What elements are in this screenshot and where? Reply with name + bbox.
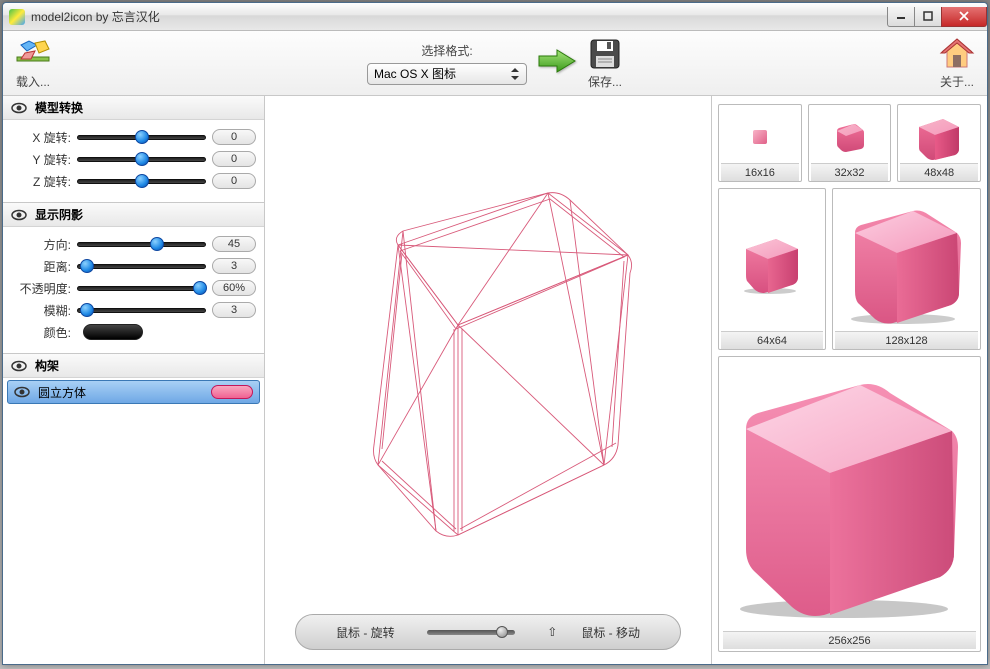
load-label: 载入...	[16, 73, 50, 90]
x-rotate-slider[interactable]	[77, 130, 206, 144]
move-hint: 鼠标 - 移动	[581, 624, 640, 641]
load-icon	[15, 37, 51, 71]
preview-16-label: 16x16	[721, 163, 799, 181]
save-icon	[587, 37, 623, 71]
preview-256[interactable]: 256x256	[718, 356, 981, 652]
preview-48[interactable]: 48x48	[897, 104, 981, 182]
load-button[interactable]: 载入...	[15, 37, 51, 90]
titlebar: model2icon by 忘言汉化	[3, 3, 987, 31]
distance-label: 距离:	[11, 258, 71, 275]
blur-value: 3	[212, 302, 256, 318]
z-rotate-label: Z 旋转:	[11, 173, 71, 190]
preview-64[interactable]: 64x64	[718, 188, 826, 350]
minimize-button[interactable]	[887, 7, 915, 27]
close-button[interactable]	[941, 7, 987, 27]
frames-panel: 构架 圆立方体	[3, 354, 264, 664]
rotate-hint: 鼠标 - 旋转	[336, 624, 395, 641]
x-rotate-value: 0	[212, 129, 256, 145]
save-button[interactable]: 保存...	[587, 37, 623, 90]
toolbar: 载入... 选择格式: Mac OS X 图标 保存...	[3, 31, 987, 96]
select-arrows-icon	[510, 67, 520, 81]
app-icon	[9, 9, 25, 25]
frame-color-swatch[interactable]	[211, 385, 253, 399]
preview-32[interactable]: 32x32	[808, 104, 892, 182]
shadow-panel: 显示阴影 方向: 45 距离: 3 不透明度: 60% 模糊: 3 颜色:	[3, 203, 264, 354]
eye-icon	[11, 358, 27, 374]
shift-icon: ⇧	[547, 625, 557, 639]
frames-title: 构架	[35, 357, 59, 374]
viewport[interactable]: 鼠标 - 旋转 ⇧ 鼠标 - 移动	[265, 96, 711, 664]
y-rotate-value: 0	[212, 151, 256, 167]
side-panel: 模型转换 X 旋转: 0 Y 旋转: 0 Z 旋转: 0 显示阴影 方向: 45 距离:…	[3, 96, 265, 664]
home-icon	[939, 37, 975, 71]
arrow-right-icon	[537, 46, 577, 81]
eye-icon	[14, 384, 30, 400]
format-label: 选择格式:	[421, 42, 472, 59]
preview-16[interactable]: 16x16	[718, 104, 802, 182]
opacity-value: 60%	[212, 280, 256, 296]
direction-slider[interactable]	[77, 237, 206, 251]
save-label: 保存...	[588, 73, 622, 90]
format-select[interactable]: Mac OS X 图标	[367, 63, 527, 85]
transform-panel: 模型转换 X 旋转: 0 Y 旋转: 0 Z 旋转: 0	[3, 96, 264, 203]
preview-128[interactable]: 128x128	[832, 188, 981, 350]
preview-48-label: 48x48	[900, 163, 978, 181]
blur-label: 模糊:	[11, 302, 71, 319]
z-rotate-slider[interactable]	[77, 174, 206, 188]
preview-256-label: 256x256	[723, 631, 976, 649]
window-title: model2icon by 忘言汉化	[31, 8, 888, 25]
preview-32-label: 32x32	[811, 163, 889, 181]
y-rotate-label: Y 旋转:	[11, 151, 71, 168]
viewport-footer: 鼠标 - 旋转 ⇧ 鼠标 - 移动	[295, 614, 681, 650]
shadow-color-swatch[interactable]	[83, 324, 143, 340]
distance-slider[interactable]	[77, 259, 206, 273]
about-button[interactable]: 关于...	[939, 37, 975, 90]
blur-slider[interactable]	[77, 303, 206, 317]
format-selected-value: Mac OS X 图标	[374, 65, 456, 82]
direction-label: 方向:	[11, 236, 71, 253]
maximize-button[interactable]	[914, 7, 942, 27]
eye-icon	[11, 100, 27, 116]
frame-item-label: 圆立方体	[38, 384, 86, 401]
frame-item[interactable]: 圆立方体	[7, 380, 260, 404]
preview-64-label: 64x64	[721, 331, 823, 349]
z-rotate-value: 0	[212, 173, 256, 189]
y-rotate-slider[interactable]	[77, 152, 206, 166]
preview-128-label: 128x128	[835, 331, 978, 349]
opacity-label: 不透明度:	[11, 280, 71, 297]
color-label: 颜色:	[11, 324, 71, 341]
previews-panel: 16x16 32x32 48x48 64x64 128x1	[711, 96, 987, 664]
distance-value: 3	[212, 258, 256, 274]
x-rotate-label: X 旋转:	[11, 129, 71, 146]
transform-title: 模型转换	[35, 99, 83, 116]
eye-icon	[11, 207, 27, 223]
canvas-3d[interactable]	[265, 96, 711, 614]
zoom-slider[interactable]	[427, 630, 516, 635]
about-label: 关于...	[940, 73, 974, 90]
opacity-slider[interactable]	[77, 281, 206, 295]
shadow-title: 显示阴影	[35, 206, 83, 223]
direction-value: 45	[212, 236, 256, 252]
